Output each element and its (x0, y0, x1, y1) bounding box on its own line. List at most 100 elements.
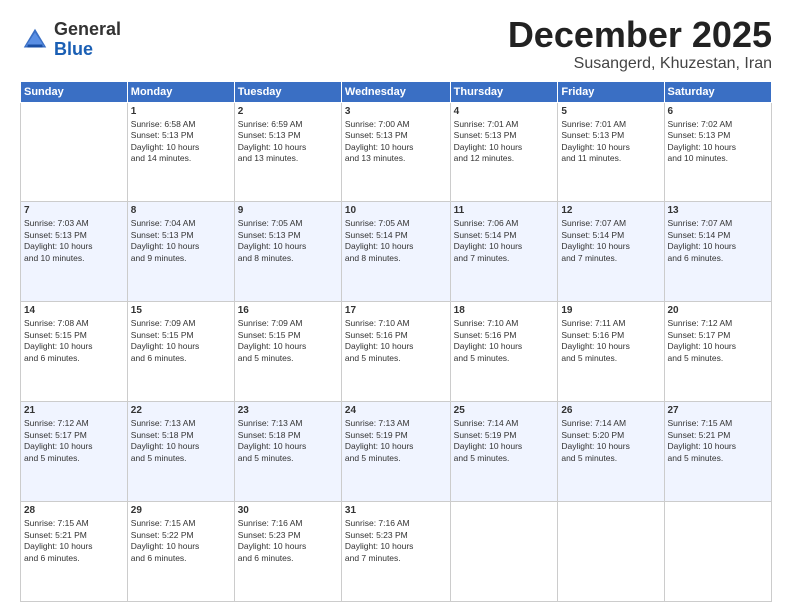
day-info-line: Sunset: 5:19 PM (345, 430, 447, 441)
day-number: 11 (454, 205, 555, 216)
day-number: 2 (238, 106, 338, 117)
day-info-line: Sunrise: 7:12 AM (668, 318, 769, 329)
day-info-line: Sunrise: 7:13 AM (345, 418, 447, 429)
day-number: 3 (345, 106, 447, 117)
day-info-line: Daylight: 10 hours (454, 441, 555, 452)
day-info-line: and 5 minutes. (238, 453, 338, 464)
day-info-line: Daylight: 10 hours (131, 142, 231, 153)
day-info-line: Sunset: 5:22 PM (131, 530, 231, 541)
day-info-line: Sunset: 5:13 PM (238, 230, 338, 241)
day-info-line: Sunrise: 7:01 AM (454, 119, 555, 130)
calendar-cell: 1Sunrise: 6:58 AMSunset: 5:13 PMDaylight… (127, 102, 234, 202)
day-info-line: Sunset: 5:13 PM (24, 230, 124, 241)
day-info-line: Daylight: 10 hours (131, 541, 231, 552)
day-info-line: Sunset: 5:15 PM (238, 330, 338, 341)
day-info-line: Sunset: 5:21 PM (668, 430, 769, 441)
day-info-line: Sunrise: 7:08 AM (24, 318, 124, 329)
day-info-line: Sunset: 5:20 PM (561, 430, 660, 441)
day-number: 1 (131, 106, 231, 117)
day-number: 6 (668, 106, 769, 117)
calendar-cell: 29Sunrise: 7:15 AMSunset: 5:22 PMDayligh… (127, 502, 234, 602)
day-info-line: and 5 minutes. (561, 453, 660, 464)
day-info-line: Sunrise: 7:12 AM (24, 418, 124, 429)
day-info-line: Sunset: 5:13 PM (668, 130, 769, 141)
calendar-cell: 11Sunrise: 7:06 AMSunset: 5:14 PMDayligh… (450, 202, 558, 302)
day-info-line: and 6 minutes. (24, 353, 124, 364)
weekday-header-tuesday: Tuesday (234, 81, 341, 102)
day-info-line: Daylight: 10 hours (454, 341, 555, 352)
day-info-line: and 5 minutes. (131, 453, 231, 464)
calendar-cell: 26 Sunrise: 7:14 AMSunset: 5:20 PMDayligh… (558, 402, 664, 502)
day-number: 30 (238, 505, 338, 516)
calendar-cell: 27Sunrise: 7:15 AMSunset: 5:21 PMDayligh… (664, 402, 772, 502)
day-info-line: Sunset: 5:15 PM (131, 330, 231, 341)
day-info-line: Sunset: 5:16 PM (561, 330, 660, 341)
day-info-line: Daylight: 10 hours (668, 341, 769, 352)
calendar-cell: 13 Sunrise: 7:07 AMSunset: 5:14 PMDayligh… (664, 202, 772, 302)
day-info-line: and 12 minutes. (454, 153, 555, 164)
calendar-cell: 31Sunrise: 7:16 AMSunset: 5:23 PMDayligh… (341, 502, 450, 602)
day-info-line: and 6 minutes. (238, 553, 338, 564)
title-block: December 2025 Susangerd, Khuzestan, Iran (508, 15, 772, 73)
day-info-line: Daylight: 10 hours (454, 241, 555, 252)
day-info-line: and 5 minutes. (345, 353, 447, 364)
day-info-line: Sunrise: 6:58 AM (131, 119, 231, 130)
weekday-header-wednesday: Wednesday (341, 81, 450, 102)
day-info-line: Daylight: 10 hours (238, 541, 338, 552)
day-info-line: Daylight: 10 hours (561, 341, 660, 352)
day-info-line: Sunset: 5:15 PM (24, 330, 124, 341)
logo-text: General Blue (54, 20, 121, 60)
day-info-line: Sunrise: 7:16 AM (345, 518, 447, 529)
weekday-header-row: SundayMondayTuesdayWednesdayThursdayFrid… (21, 81, 772, 102)
calendar-cell: 24Sunrise: 7:13 AMSunset: 5:19 PMDayligh… (341, 402, 450, 502)
day-info-line: Daylight: 10 hours (24, 441, 124, 452)
day-info-line: Daylight: 10 hours (24, 241, 124, 252)
day-info-line: Sunrise: 7:14 AM (561, 418, 660, 429)
day-info-line: and 5 minutes. (238, 353, 338, 364)
day-number: 27 (668, 405, 769, 416)
calendar-cell: 14Sunrise: 7:08 AMSunset: 5:15 PMDayligh… (21, 302, 128, 402)
day-info-line: and 5 minutes. (24, 453, 124, 464)
day-info-line: Sunrise: 7:05 AM (345, 218, 447, 229)
day-info-line: Daylight: 10 hours (238, 441, 338, 452)
calendar-cell: 21Sunrise: 7:12 AMSunset: 5:17 PMDayligh… (21, 402, 128, 502)
calendar-cell: 2Sunrise: 6:59 AMSunset: 5:13 PMDaylight… (234, 102, 341, 202)
weekday-header-sunday: Sunday (21, 81, 128, 102)
calendar-cell: 12Sunrise: 7:07 AMSunset: 5:14 PMDayligh… (558, 202, 664, 302)
day-info-line: Daylight: 10 hours (131, 241, 231, 252)
calendar-cell: 15Sunrise: 7:09 AMSunset: 5:15 PMDayligh… (127, 302, 234, 402)
day-info-line: Daylight: 10 hours (454, 142, 555, 153)
day-info-line: and 6 minutes. (24, 553, 124, 564)
day-info-line: Sunrise: 7:07 AM (668, 218, 769, 229)
day-info-line: Sunrise: 7:04 AM (131, 218, 231, 229)
calendar-cell: 9Sunrise: 7:05 AMSunset: 5:13 PMDaylight… (234, 202, 341, 302)
day-info-line: Daylight: 10 hours (238, 142, 338, 153)
day-info-line: Daylight: 10 hours (668, 241, 769, 252)
day-number: 19 (561, 305, 660, 316)
day-info-line: Sunset: 5:14 PM (561, 230, 660, 241)
day-info-line: Sunset: 5:13 PM (131, 230, 231, 241)
calendar-row-4: 28Sunrise: 7:15 AMSunset: 5:21 PMDayligh… (21, 502, 772, 602)
day-info-line: Sunrise: 7:13 AM (238, 418, 338, 429)
day-info-line: Daylight: 10 hours (238, 341, 338, 352)
day-number: 26 (561, 405, 660, 416)
day-info-line: Sunset: 5:14 PM (668, 230, 769, 241)
day-info-line: Daylight: 10 hours (561, 441, 660, 452)
day-number: 14 (24, 305, 124, 316)
day-info-line: Sunrise: 7:07 AM (561, 218, 660, 229)
day-info-line: and 5 minutes. (454, 353, 555, 364)
day-info-line: Daylight: 10 hours (561, 241, 660, 252)
calendar-row-3: 21Sunrise: 7:12 AMSunset: 5:17 PMDayligh… (21, 402, 772, 502)
day-info-line: Sunrise: 7:10 AM (345, 318, 447, 329)
calendar-cell (450, 502, 558, 602)
day-info-line: and 5 minutes. (345, 453, 447, 464)
day-info-line: and 5 minutes. (561, 353, 660, 364)
day-number: 13 (668, 205, 769, 216)
calendar-cell: 25Sunrise: 7:14 AMSunset: 5:19 PMDayligh… (450, 402, 558, 502)
calendar-row-2: 14Sunrise: 7:08 AMSunset: 5:15 PMDayligh… (21, 302, 772, 402)
day-info-line: Daylight: 10 hours (561, 142, 660, 153)
location: Susangerd, Khuzestan, Iran (508, 55, 772, 73)
day-info-line: Sunrise: 7:03 AM (24, 218, 124, 229)
day-info-line: and 7 minutes. (345, 553, 447, 564)
day-info-line: Sunset: 5:13 PM (345, 130, 447, 141)
